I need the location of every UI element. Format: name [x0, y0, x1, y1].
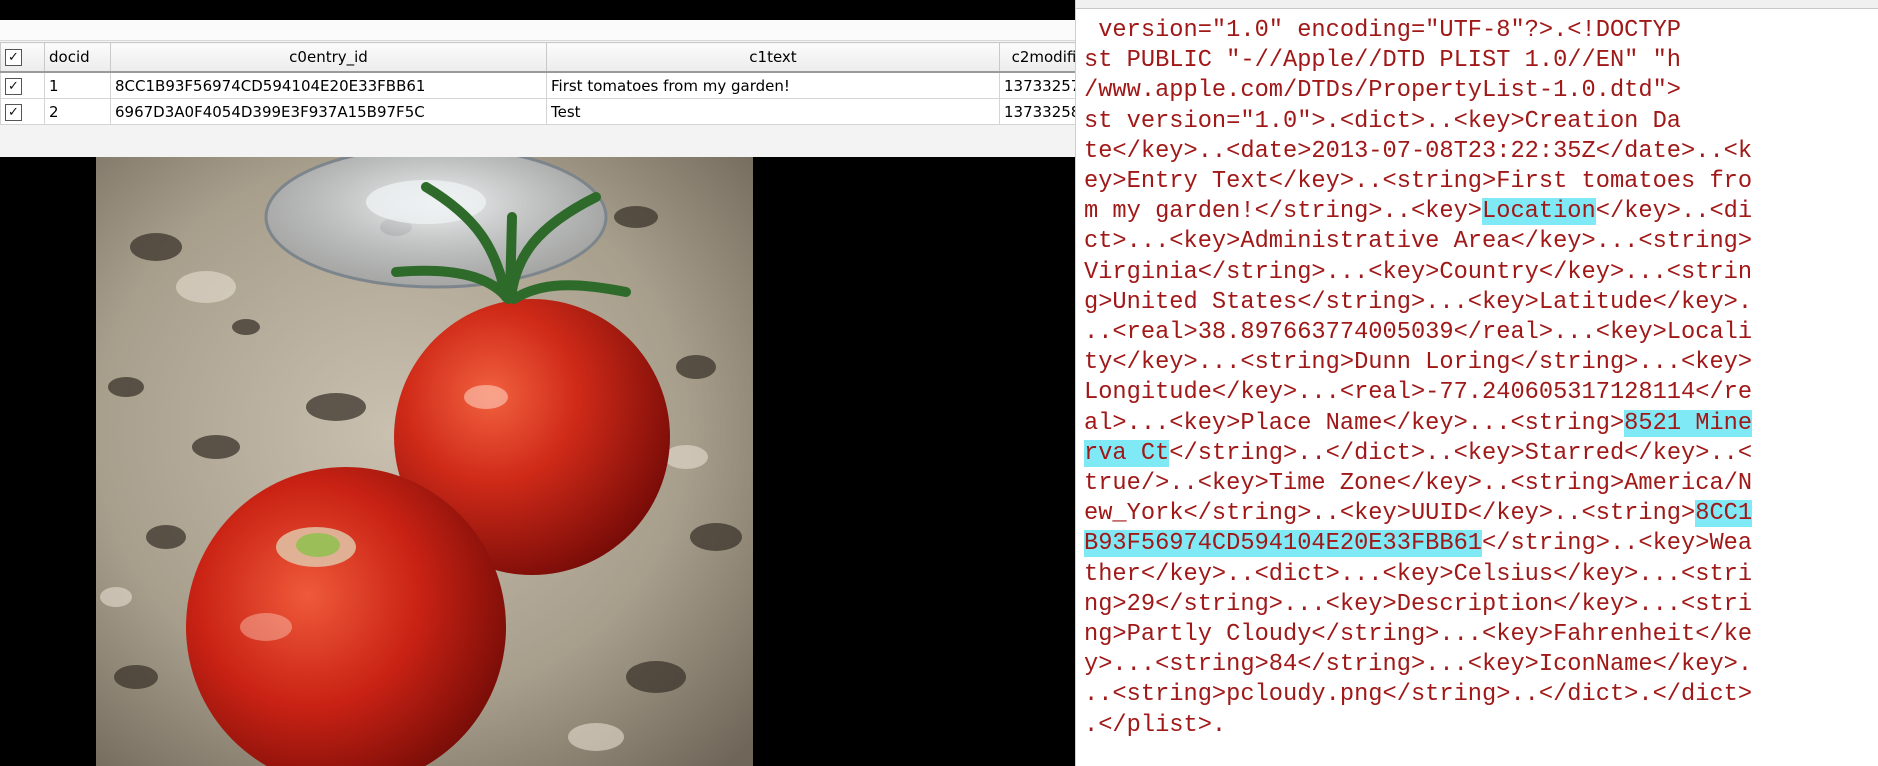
plist-line: g>United States</string>...<key>Latitude… [1084, 289, 1752, 316]
plist-text-segment: ..<string>pcloudy.png</string>..</dict>.… [1084, 681, 1753, 709]
plist-line: rva Ct</string>..</dict>..<key>Starred</… [1084, 439, 1753, 467]
plist-text-segment: </string>..<key>Wea [1482, 530, 1753, 558]
plist-line: te</key>..<date>2013-07-08T23:22:35Z</da… [1084, 138, 1752, 165]
plist-line: ..<string>pcloudy.png</string>..</dict>.… [1084, 681, 1752, 708]
top-black-strip [0, 0, 1075, 20]
tomatoes-illustration [96, 157, 753, 766]
grid-toolbar-band [0, 20, 1075, 41]
select-all-checkbox-header[interactable]: ✓ [0, 42, 45, 73]
highlighted-match: 8521 Mine [1624, 409, 1753, 437]
plist-line: B93F56974CD594104E20E33FBB61</string>..<… [1084, 530, 1753, 558]
plist-text-segment: g>United States</string>...<key>Latitude… [1084, 288, 1753, 316]
plist-line: Longitude</key>...<real>-77.240605317128… [1084, 379, 1752, 406]
plist-line: true/>..<key>Time Zone</key>..<string>Am… [1084, 470, 1752, 497]
plist-text-segment: /www.apple.com/DTDs/PropertyList-1.0.dtd… [1084, 77, 1682, 105]
cell-entry-id[interactable]: 8CC1B93F56974CD594104E20E33FBB61 [110, 71, 547, 99]
plist-text-segment: ey>Entry Text</key>..<string>First tomat… [1084, 168, 1753, 196]
table-row[interactable]: ✓ 1 8CC1B93F56974CD594104E20E33FBB61 Fir… [0, 71, 1149, 99]
highlighted-match: rva Ct [1084, 439, 1170, 467]
cell-entry-id[interactable]: 6967D3A0F4054D399E3F937A15B97F5C [110, 98, 547, 125]
plist-text-segment: ther</key>..<dict>...<key>Celsius</key>.… [1084, 560, 1753, 588]
plist-text-segment: Virginia</string>...<key>Country</key>..… [1084, 258, 1753, 286]
cell-docid[interactable]: 1 [44, 71, 111, 99]
plist-text-segment: y>...<string>84</string>...<key>IconName… [1084, 651, 1753, 679]
plist-text-segment: m my garden!</string>..<key> [1084, 198, 1483, 226]
plist-line: al>...<key>Place Name</key>...<string>85… [1084, 409, 1753, 437]
cell-text[interactable]: Test [546, 98, 1000, 125]
plist-text-segment: ng>Partly Cloudy</string>...<key>Fahrenh… [1084, 621, 1753, 649]
plist-text-segment: </string>..</dict>..<key>Starred</key>..… [1169, 439, 1753, 467]
plist-line: ct>...<key>Administrative Area</key>...<… [1084, 228, 1752, 255]
plist-line: /www.apple.com/DTDs/PropertyList-1.0.dtd… [1084, 77, 1681, 104]
records-table: ✓ docid c0entry_id c1text c2modified_dat… [0, 42, 1149, 125]
tomatoes-photo [96, 157, 753, 766]
highlighted-match: 8CC1 [1695, 500, 1753, 528]
plist-text-segment: te</key>..<date>2013-07-08T23:22:35Z</da… [1084, 137, 1753, 165]
plist-text-segment: </key>..<di [1595, 198, 1753, 226]
highlighted-match: Location [1482, 198, 1596, 226]
plist-text-segment: ty</key>...<string>Dunn Loring</string>.… [1084, 349, 1753, 377]
column-header-c0entry-id[interactable]: c0entry_id [110, 42, 547, 73]
plist-line: Virginia</string>...<key>Country</key>..… [1084, 259, 1752, 286]
pane-header-strip [1076, 0, 1878, 9]
plist-line: version="1.0" encoding="UTF-8"?>.<!DOCTY… [1084, 17, 1681, 44]
plist-line: ty</key>...<string>Dunn Loring</string>.… [1084, 349, 1752, 376]
select-all-checkbox[interactable]: ✓ [5, 49, 22, 66]
column-header-c1text[interactable]: c1text [546, 42, 1000, 73]
plist-text-segment: al>...<key>Place Name</key>...<string> [1084, 409, 1625, 437]
plist-text-segment: ng>29</string>...<key>Description</key>.… [1084, 590, 1753, 618]
plist-text-segment: st version="1.0">.<dict>..<key>Creation … [1084, 107, 1682, 135]
row-checkbox[interactable]: ✓ [5, 103, 22, 121]
plist-text-segment: .</plist>. [1084, 711, 1227, 739]
cell-text[interactable]: First tomatoes from my garden! [546, 71, 1000, 99]
table-row[interactable]: ✓ 2 6967D3A0F4054D399E3F937A15B97F5C Tes… [0, 98, 1149, 125]
plist-line: ey>Entry Text</key>..<string>First tomat… [1084, 168, 1752, 195]
plist-text-segment: st PUBLIC "-//Apple//DTD PLIST 1.0//EN" … [1084, 47, 1682, 75]
plist-line: ng>29</string>...<key>Description</key>.… [1084, 591, 1752, 618]
plist-text-segment: true/>..<key>Time Zone</key>..<string>Am… [1084, 470, 1753, 498]
plist-text-segment: ew_York</string>..<key>UUID</key>..<stri… [1084, 500, 1696, 528]
plist-text-pane[interactable]: version="1.0" encoding="UTF-8"?>.<!DOCTY… [1075, 0, 1878, 766]
plist-line: ew_York</string>..<key>UUID</key>..<stri… [1084, 500, 1753, 528]
cell-docid[interactable]: 2 [44, 98, 111, 125]
row-checkbox-cell[interactable]: ✓ [0, 71, 45, 99]
plist-text-segment: version="1.0" encoding="UTF-8"?>.<!DOCTY… [1084, 17, 1682, 44]
plist-text[interactable]: version="1.0" encoding="UTF-8"?>.<!DOCTY… [1084, 16, 1753, 741]
table-header-row: ✓ docid c0entry_id c1text c2modified_dat… [0, 42, 1149, 73]
column-header-docid[interactable]: docid [44, 42, 111, 73]
plist-line: st PUBLIC "-//Apple//DTD PLIST 1.0//EN" … [1084, 47, 1681, 74]
plist-text-segment: ct>...<key>Administrative Area</key>...<… [1084, 228, 1753, 256]
highlighted-match: B93F56974CD594104E20E33FBB61 [1084, 530, 1483, 558]
plist-line: .</plist>. [1084, 712, 1226, 739]
plist-text-segment: Longitude</key>...<real>-77.240605317128… [1084, 379, 1753, 407]
row-checkbox-cell[interactable]: ✓ [0, 98, 45, 125]
row-checkbox[interactable]: ✓ [5, 77, 22, 95]
plist-line: ther</key>..<dict>...<key>Celsius</key>.… [1084, 561, 1752, 588]
plist-line: m my garden!</string>..<key>Location</ke… [1084, 198, 1753, 226]
plist-line: y>...<string>84</string>...<key>IconName… [1084, 651, 1752, 678]
sqlite-grid-window: ✓ docid c0entry_id c1text c2modified_dat… [0, 20, 1149, 157]
plist-line: st version="1.0">.<dict>..<key>Creation … [1084, 108, 1681, 135]
plist-line: ..<real>38.897663774005039</real>...<key… [1084, 319, 1752, 346]
plist-text-segment: ..<real>38.897663774005039</real>...<key… [1084, 319, 1753, 347]
plist-line: ng>Partly Cloudy</string>...<key>Fahrenh… [1084, 621, 1752, 648]
